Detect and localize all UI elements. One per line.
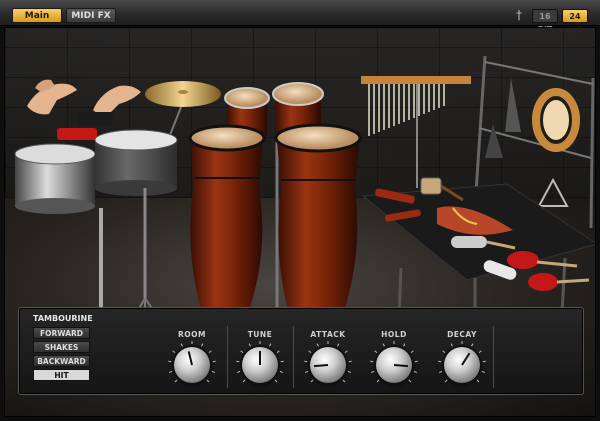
knob-tick: [174, 379, 178, 383]
finger-snap-icon[interactable]: [93, 85, 141, 115]
tune-label: TUNE: [247, 330, 273, 339]
decay-control: DECAY: [437, 330, 487, 383]
divider: [293, 326, 294, 388]
knob-tick: [172, 350, 176, 354]
knob-tick: [481, 371, 485, 373]
knob-tick: [240, 350, 244, 354]
knob-tick: [344, 350, 348, 354]
articulation-shakes[interactable]: SHAKES: [33, 341, 90, 353]
room-knob[interactable]: [168, 341, 216, 383]
room-control: ROOM: [167, 330, 217, 383]
24-bit-button[interactable]: 24 BIT: [562, 9, 588, 34]
knob-tick: [201, 343, 204, 347]
attack-knob[interactable]: [304, 341, 352, 383]
tab-main[interactable]: Main: [12, 8, 62, 23]
knob-tick: [382, 343, 385, 347]
tab-midi-fx[interactable]: MIDI FX: [66, 8, 116, 23]
control-panel: TAMBOURINE FORWARD SHAKES BACKWARD HIT R…: [18, 307, 584, 395]
knob-tick: [342, 379, 346, 383]
timbale-left[interactable]: [14, 143, 103, 308]
knob-tick: [242, 379, 246, 383]
knob-tick-ring: [168, 341, 216, 383]
knob-tick: [206, 379, 210, 383]
hold-knob[interactable]: [370, 341, 418, 383]
articulation-forward[interactable]: FORWARD: [33, 327, 90, 339]
knob-tick: [274, 379, 278, 383]
decay-label: DECAY: [447, 330, 477, 339]
knob-tick: [169, 371, 173, 373]
knob-tick: [337, 343, 340, 347]
hold-control: HOLD: [369, 330, 419, 383]
knob-tick: [308, 350, 312, 354]
knob-tick: [376, 379, 380, 383]
articulation-hit[interactable]: HIT: [33, 369, 90, 381]
knob-tick: [347, 371, 351, 373]
knob-tick: [310, 379, 314, 383]
knob-tick: [269, 343, 272, 347]
attack-control: ATTACK: [303, 330, 353, 383]
attack-label: ATTACK: [310, 330, 346, 339]
knob-tick: [450, 343, 453, 347]
knob-tick: [439, 371, 443, 373]
cowbell[interactable]: [485, 124, 503, 158]
articulation-title: TAMBOURINE: [33, 314, 93, 323]
knob-tick: [276, 350, 280, 354]
room-label: ROOM: [178, 330, 206, 339]
woodblock[interactable]: [77, 112, 113, 126]
16-bit-button[interactable]: 16 BIT: [532, 9, 558, 34]
divider: [493, 326, 494, 388]
hand-clap-icon[interactable]: [27, 79, 77, 115]
knob-tick: [316, 343, 319, 347]
knob-tick: [408, 379, 412, 383]
knob-tick: [180, 343, 183, 347]
knob-tick-ring: [304, 341, 352, 383]
knob-tick: [471, 343, 474, 347]
knob-tick-ring: [438, 341, 486, 383]
knob-tick: [413, 371, 417, 373]
knob-tick: [371, 371, 375, 373]
decay-knob[interactable]: [438, 341, 486, 383]
tune-control: TUNE: [235, 330, 285, 383]
knob-tick: [478, 350, 482, 354]
jam-block[interactable]: [57, 128, 97, 140]
top-bar: Main MIDI FX † 16 BIT 24 BIT: [0, 0, 600, 34]
knob-tick: [248, 343, 251, 347]
knob-tick: [208, 350, 212, 354]
tuning-fork-icon[interactable]: †: [512, 8, 526, 23]
knob-tick: [237, 371, 241, 373]
agogo-bell[interactable]: [505, 78, 521, 132]
tune-knob[interactable]: [236, 341, 284, 383]
tambourine[interactable]: [532, 88, 580, 152]
knob-tick: [279, 371, 283, 373]
knob-tick: [444, 379, 448, 383]
divider: [227, 326, 228, 388]
triangle[interactable]: [537, 177, 569, 207]
hold-label: HOLD: [381, 330, 407, 339]
articulation-backward[interactable]: BACKWARD: [33, 355, 90, 367]
knob-tick: [476, 379, 480, 383]
knob-tick: [374, 350, 378, 354]
knob-tick-ring: [236, 341, 284, 383]
knob-tick: [305, 371, 309, 373]
knob-tick: [410, 350, 414, 354]
knob-tick: [211, 371, 215, 373]
knob-tick: [442, 350, 446, 354]
knob-tick-ring: [370, 341, 418, 383]
bar-chimes[interactable]: [361, 76, 471, 188]
knob-tick: [403, 343, 406, 347]
